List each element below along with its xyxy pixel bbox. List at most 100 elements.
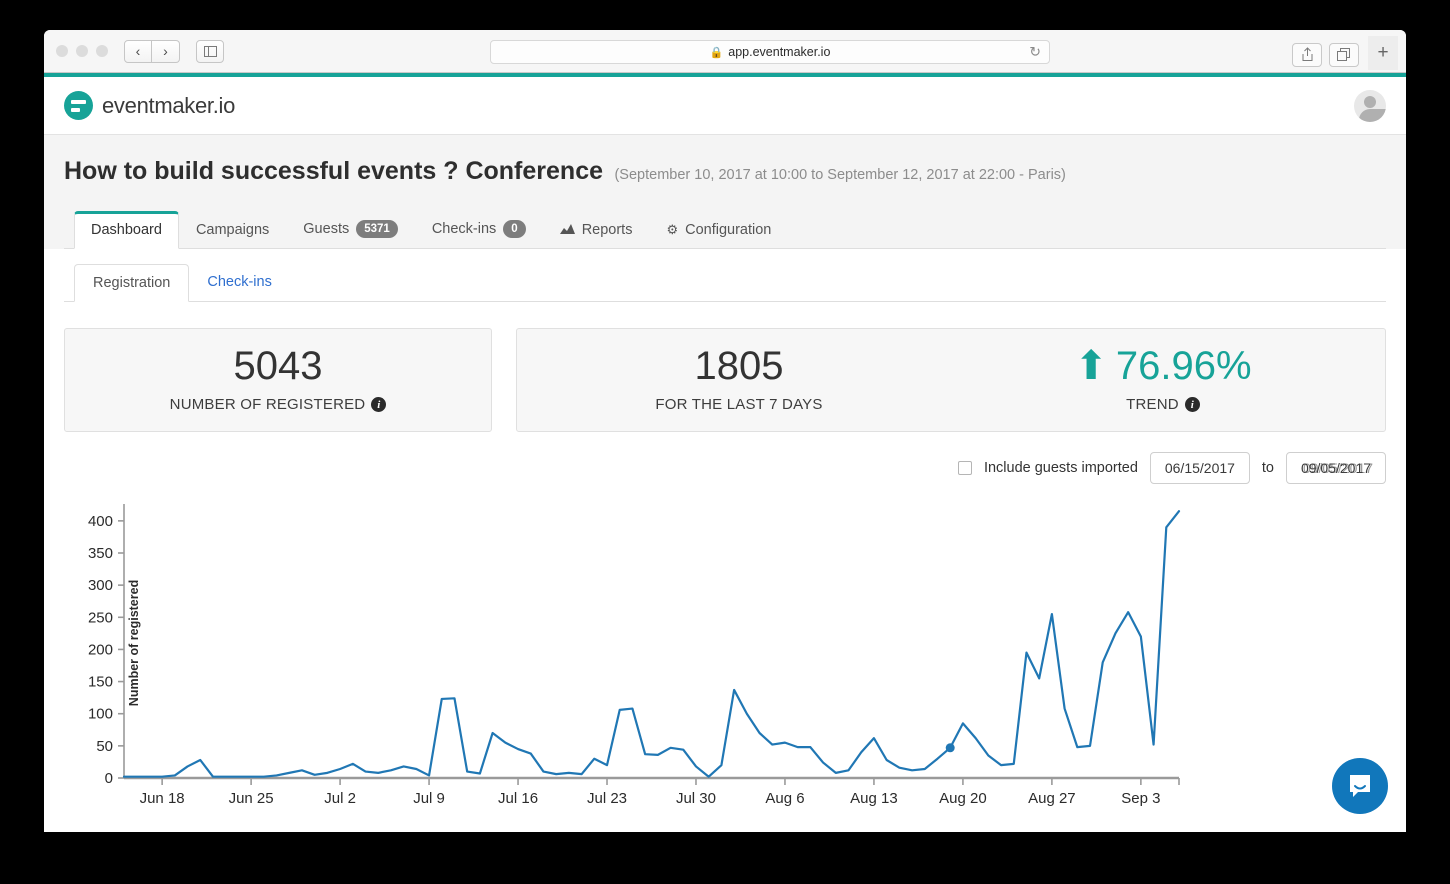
show-tabs-icon[interactable]: [1329, 43, 1359, 67]
tab-dashboard[interactable]: Dashboard: [74, 211, 179, 249]
svg-text:250: 250: [88, 610, 113, 627]
include-imported-label: Include guests imported: [984, 460, 1138, 476]
tab-reports-label: Reports: [582, 222, 633, 238]
tab-dashboard-label: Dashboard: [91, 222, 162, 238]
browser-chrome: ‹ › 🔒 app.eventmaker.io ↻ +: [44, 30, 1406, 73]
date-from-input[interactable]: 06/15/2017: [1150, 452, 1250, 484]
brand-logo[interactable]: eventmaker.io: [64, 91, 235, 120]
lock-icon: 🔒: [710, 46, 724, 59]
svg-text:Jul 23: Jul 23: [587, 790, 627, 807]
brand-name: eventmaker.io: [102, 93, 235, 119]
guests-count-badge: 5371: [356, 220, 398, 238]
gear-icon: ⚙: [666, 222, 678, 238]
tab-configuration[interactable]: ⚙ Configuration: [649, 211, 788, 249]
info-icon[interactable]: i: [1185, 397, 1200, 412]
svg-text:350: 350: [88, 545, 113, 562]
back-button[interactable]: ‹: [124, 40, 152, 63]
event-header: How to build successful events ? Confere…: [44, 135, 1406, 249]
svg-text:Jun 25: Jun 25: [229, 790, 274, 807]
dashboard-body: Registration Check-ins 5043 NUMBER OF RE…: [44, 249, 1406, 832]
date-to-input[interactable]: 09/05/2017: [1286, 452, 1386, 484]
trend-caption: TREND i: [951, 396, 1375, 413]
new-tab-button[interactable]: +: [1368, 36, 1398, 70]
close-window-icon[interactable]: [56, 45, 68, 57]
tab-checkins[interactable]: Check-ins 0: [415, 209, 543, 249]
svg-text:300: 300: [88, 578, 113, 595]
checkins-count-badge: 0: [503, 220, 525, 238]
tab-campaigns[interactable]: Campaigns: [179, 211, 286, 249]
page-title: How to build successful events ? Confere…: [64, 157, 603, 185]
window-traffic-lights[interactable]: [56, 45, 108, 57]
main-tabs: Dashboard Campaigns Guests 5371 Check-in…: [64, 208, 1386, 249]
address-bar[interactable]: 🔒 app.eventmaker.io ↻: [490, 40, 1050, 64]
avatar[interactable]: [1354, 90, 1386, 122]
include-imported-checkbox[interactable]: [958, 461, 972, 475]
forward-button[interactable]: ›: [152, 40, 180, 63]
sub-tabs: Registration Check-ins: [64, 263, 1386, 302]
info-icon[interactable]: i: [371, 397, 386, 412]
eventmaker-logo-icon: [64, 91, 93, 120]
subtab-checkins[interactable]: Check-ins: [189, 264, 289, 302]
kpi-cards: 5043 NUMBER OF REGISTERED i 1805 FOR THE…: [64, 328, 1386, 432]
registered-value: 5043: [75, 345, 481, 387]
trend-label: TREND: [1126, 396, 1179, 413]
intercom-launcher[interactable]: [1332, 758, 1388, 814]
card-registered: 5043 NUMBER OF REGISTERED i: [64, 328, 492, 432]
screen: ‹ › 🔒 app.eventmaker.io ↻ +: [0, 0, 1450, 884]
app-header: eventmaker.io: [44, 77, 1406, 135]
svg-text:Jul 16: Jul 16: [498, 790, 538, 807]
svg-text:Aug 6: Aug 6: [765, 790, 804, 807]
svg-text:100: 100: [88, 706, 113, 723]
chrome-right-controls: +: [1292, 39, 1398, 70]
svg-text:50: 50: [96, 738, 113, 755]
svg-text:Number of registered: Number of registered: [127, 580, 141, 706]
date-range-separator: to: [1262, 460, 1274, 476]
svg-text:Aug 20: Aug 20: [939, 790, 987, 807]
svg-text:Aug 13: Aug 13: [850, 790, 898, 807]
svg-text:150: 150: [88, 674, 113, 691]
browser-window: ‹ › 🔒 app.eventmaker.io ↻ +: [44, 30, 1406, 832]
registered-cell: 5043 NUMBER OF REGISTERED i: [75, 345, 481, 413]
registered-caption: NUMBER OF REGISTERED i: [75, 396, 481, 413]
subtab-registration[interactable]: Registration: [74, 264, 189, 302]
maximize-window-icon[interactable]: [96, 45, 108, 57]
svg-text:Jun 18: Jun 18: [140, 790, 185, 807]
share-icon[interactable]: [1292, 43, 1322, 67]
svg-text:Aug 27: Aug 27: [1028, 790, 1076, 807]
trend-up-arrow-icon: ⬆: [1074, 346, 1108, 386]
svg-text:0: 0: [105, 770, 113, 787]
trend-cell: ⬆ 76.96% TREND i: [951, 345, 1375, 413]
reload-icon[interactable]: ↻: [1029, 44, 1041, 61]
tab-checkins-label: Check-ins: [432, 221, 496, 237]
sidebar-toggle-icon[interactable]: [196, 40, 224, 63]
nav-buttons[interactable]: ‹ ›: [124, 40, 180, 63]
svg-text:Jul 9: Jul 9: [413, 790, 445, 807]
registration-line-chart: 0 50 100 150 200 250 300 350 400 Number of regist…: [64, 496, 1254, 816]
svg-text:200: 200: [88, 642, 113, 659]
chat-bubble-icon: [1347, 773, 1373, 799]
svg-text:400: 400: [88, 513, 113, 530]
trend-row: ⬆ 76.96%: [951, 345, 1375, 387]
svg-text:Jul 2: Jul 2: [324, 790, 356, 807]
last7-value: 1805: [527, 345, 951, 387]
url-text: app.eventmaker.io: [728, 45, 830, 59]
trend-value: 76.96%: [1116, 345, 1252, 387]
avatar-body: [1359, 109, 1386, 122]
card-last7-and-trend: 1805 FOR THE LAST 7 DAYS ⬆ 76.96% TREND …: [516, 328, 1386, 432]
tab-reports[interactable]: Reports: [543, 211, 650, 249]
chart-filters: Include guests imported 06/15/2017 to 09…: [64, 452, 1386, 484]
tab-configuration-label: Configuration: [685, 222, 771, 238]
tab-guests[interactable]: Guests 5371: [286, 209, 415, 249]
tab-campaigns-label: Campaigns: [196, 222, 269, 238]
minimize-window-icon[interactable]: [76, 45, 88, 57]
tab-guests-label: Guests: [303, 221, 349, 237]
svg-text:Jul 30: Jul 30: [676, 790, 716, 807]
event-meta: (September 10, 2017 at 10:00 to Septembe…: [614, 167, 1065, 183]
chart-icon: [560, 223, 575, 238]
avatar-head: [1364, 96, 1376, 108]
registered-label: NUMBER OF REGISTERED: [170, 396, 366, 413]
last7-caption: FOR THE LAST 7 DAYS: [527, 396, 951, 413]
svg-text:Sep 3: Sep 3: [1121, 790, 1160, 807]
last7-label: FOR THE LAST 7 DAYS: [655, 396, 822, 413]
registration-chart: 0 50 100 150 200 250 300 350 400 Number of regist…: [64, 496, 1386, 816]
